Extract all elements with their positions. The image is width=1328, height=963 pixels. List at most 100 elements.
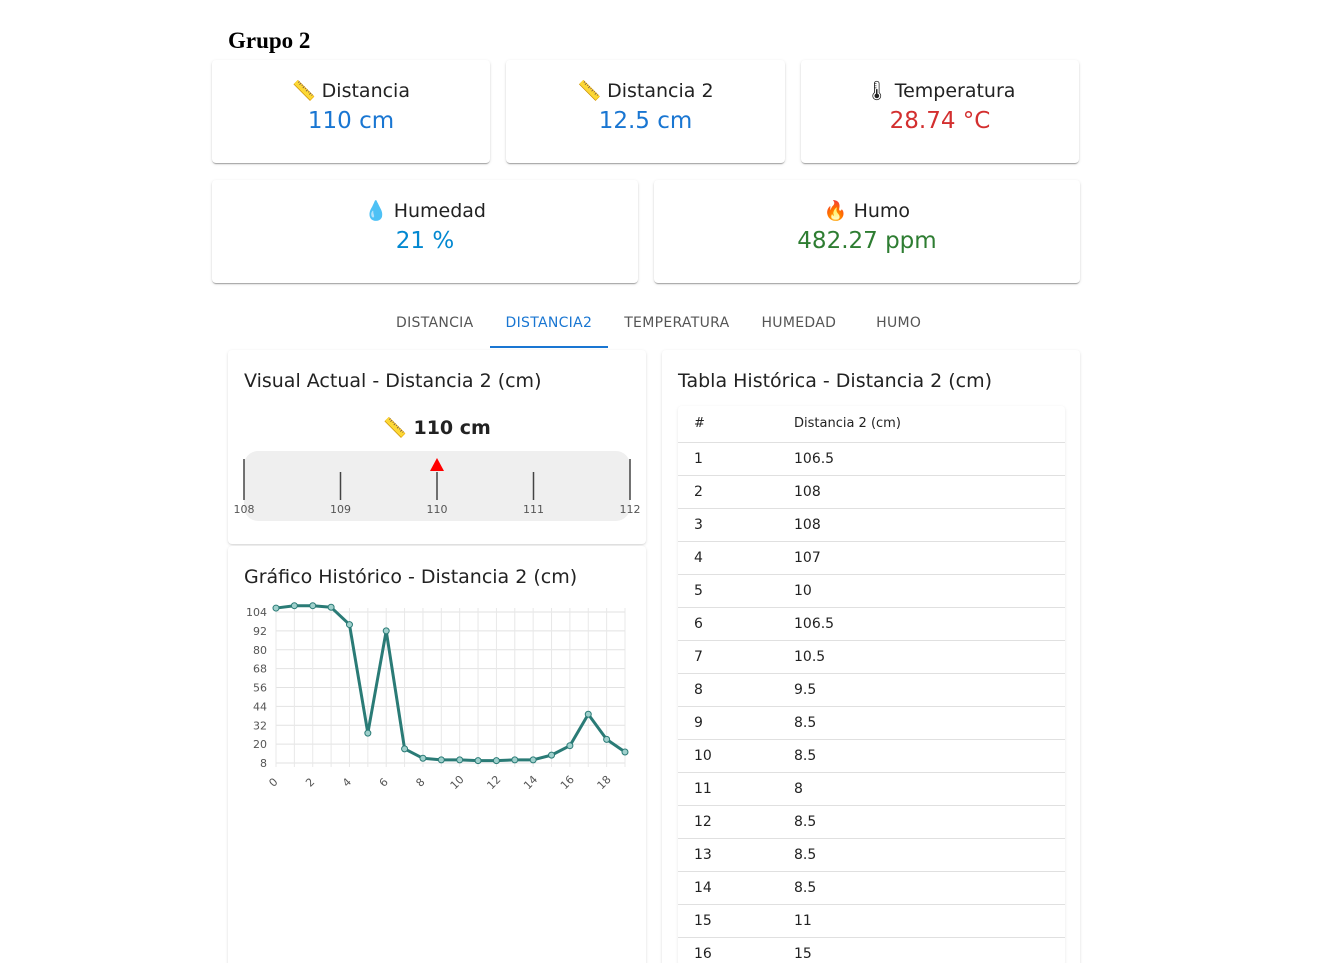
sensor-label: Humo [853,199,911,222]
table-row: 5 10 [678,574,1065,608]
tab-distancia2[interactable]: DISTANCIA2 [489,302,609,348]
table-cell-value: 8.5 [778,838,1065,872]
table-cell-index: 5 [678,574,778,608]
y-tick-label: 80 [253,644,267,657]
sensor-card-humedad: 💧 Humedad 21 % [212,180,638,283]
sensor-label: Temperatura [894,79,1016,102]
group-title: Grupo 2 [228,28,311,53]
y-tick-label: 32 [253,719,267,732]
sensor-card-humo: 🔥 Humo 482.27 ppm [654,180,1080,283]
data-point[interactable] [529,756,537,764]
table-cell-value: 106.5 [778,442,1065,476]
x-tick-label: 10 [448,773,467,792]
ruler-icon: 📏 [577,80,602,102]
sensor-value: 21 % [395,228,455,254]
data-point[interactable] [382,627,390,635]
x-tick-label: 8 [413,775,427,789]
table-row: 7 10.5 [678,640,1065,674]
data-point[interactable] [566,742,574,750]
tab-distancia[interactable]: DISTANCIA [380,302,490,348]
table-row: 13 8.5 [678,838,1065,872]
y-tick-label: 44 [253,700,267,713]
ruler-icon: 📏 [383,417,407,439]
data-point[interactable] [272,604,280,612]
table-cell-value: 11 [778,904,1065,938]
visual-panel: Visual Actual - Distancia 2 (cm) 📏 110 c… [228,350,646,544]
thermometer-icon: 🌡 [864,80,889,102]
gauge-tick-label: 110 [427,503,448,516]
table-row: 8 9.5 [678,673,1065,707]
table-cell-index: 10 [678,739,778,773]
data-point[interactable] [603,735,611,743]
table-cell-index: 13 [678,838,778,872]
sensor-card-distancia: 📏 Distancia 110 cm [212,60,490,163]
data-point[interactable] [309,602,317,610]
y-tick-label: 104 [246,606,267,619]
gauge-tick-label: 108 [234,503,255,516]
series-line [275,604,626,763]
sensor-label: Distancia [321,79,410,102]
table-row: 4 107 [678,541,1065,575]
tab-humedad[interactable]: HUMEDAD [745,302,860,348]
table-row: 6 106.5 [678,607,1065,641]
data-point[interactable] [419,754,427,762]
table-cell-value: 108 [778,508,1065,542]
table-cell-index: 4 [678,541,778,575]
data-point[interactable] [474,757,482,765]
data-point[interactable] [548,751,556,759]
y-tick-label: 8 [260,757,267,770]
data-point[interactable] [327,603,335,611]
y-tick-label: 92 [253,625,267,638]
gauge-value-text: 110 cm [413,417,491,439]
table-panel: Tabla Histórica - Distancia 2 (cm) # Dis… [662,350,1080,963]
fire-icon: 🔥 [823,200,848,222]
column-header-index: # [678,406,778,443]
data-point[interactable] [290,602,298,610]
y-tick-label: 56 [253,682,267,695]
data-point[interactable] [584,710,592,718]
table-cell-index: 15 [678,904,778,938]
data-point[interactable] [364,729,372,737]
table-row: 9 8.5 [678,706,1065,740]
table-cell-value: 8.5 [778,706,1065,740]
table-cell-value: 108 [778,475,1065,509]
sensor-label: Distancia 2 [607,79,714,102]
table-cell-index: 12 [678,805,778,839]
visual-title: Visual Actual - Distancia 2 (cm) [244,370,542,392]
data-point[interactable] [621,748,629,756]
table-title: Tabla Histórica - Distancia 2 (cm) [678,370,993,392]
table-row: 14 8.5 [678,871,1065,905]
gauge-tick-label: 112 [620,503,641,516]
x-tick-label: 16 [558,773,577,792]
gauge-tick-label: 111 [523,503,544,516]
x-tick-label: 4 [340,775,354,789]
chart-title: Gráfico Histórico - Distancia 2 (cm) [244,566,578,588]
x-tick-label: 12 [484,773,503,792]
data-point[interactable] [437,756,445,764]
data-point[interactable] [492,757,500,765]
gauge-value: 📏 110 cm [228,416,646,439]
x-tick-label: 0 [266,775,280,789]
y-tick-label: 68 [253,663,267,676]
table-cell-index: 16 [678,937,778,963]
history-chart: 1049280685644322080 2 4 6 8 10 12 14 16 18 [246,602,629,792]
sensor-label: Humedad [393,199,486,222]
y-tick-label: 20 [253,738,267,751]
data-point[interactable] [345,621,353,629]
table-cell-index: 9 [678,706,778,740]
table-row: 2 108 [678,475,1065,509]
tab-humo[interactable]: HUMO [860,302,937,348]
sensor-value: 482.27 ppm [797,228,937,254]
data-point[interactable] [456,756,464,764]
data-point[interactable] [401,745,409,753]
chart-panel: Gráfico Histórico - Distancia 2 (cm) 104… [228,546,646,963]
data-point[interactable] [511,756,519,764]
droplet-icon: 💧 [364,200,388,222]
column-header-value: Distancia 2 (cm) [778,406,1065,443]
ruler-icon: 📏 [292,80,316,102]
tab-temperatura[interactable]: TEMPERATURA [608,302,745,348]
table-cell-value: 8.5 [778,871,1065,905]
history-table-container: # Distancia 2 (cm) 1 106.5 2 108 3 108 4 107 5 10… [678,406,1065,963]
table-cell-value: 15 [778,937,1065,963]
table-cell-value: 106.5 [778,607,1065,641]
